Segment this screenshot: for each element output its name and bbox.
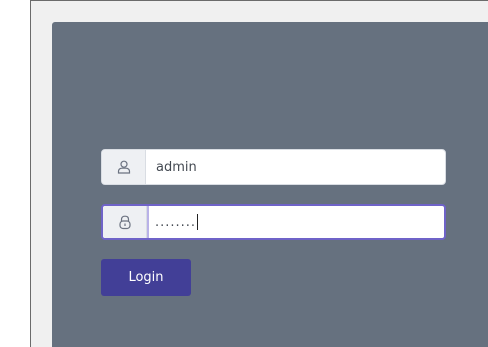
lock-icon [103, 206, 147, 238]
username-input-group: admin [101, 149, 446, 185]
text-caret [197, 214, 199, 230]
login-panel: admin ........ Login [52, 22, 488, 347]
username-field[interactable]: admin [146, 150, 445, 184]
password-input-group: ........ [101, 204, 446, 240]
password-mask: ........ [155, 214, 197, 230]
password-field[interactable]: ........ [147, 206, 444, 238]
login-button[interactable]: Login [101, 259, 191, 296]
user-icon [102, 150, 146, 184]
